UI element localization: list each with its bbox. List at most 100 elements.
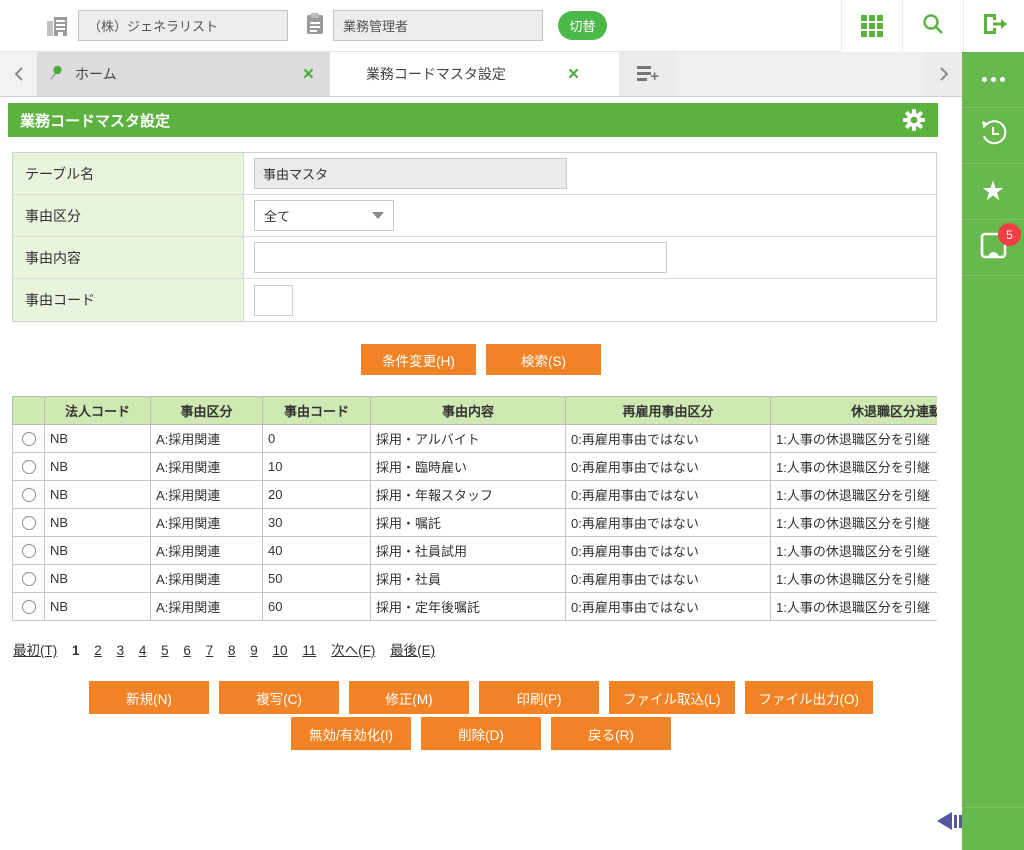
form-row-table-name: テーブル名 bbox=[13, 153, 936, 195]
results-table-container: 法人コード 事由区分 事由コード 事由内容 再雇用事由区分 休退職区分連動 NB… bbox=[12, 396, 937, 621]
tab-home-label: ホーム bbox=[75, 66, 117, 82]
table-row[interactable]: NB A:採用関連 50 採用・社員 0:再雇用事由ではない 1:人事の休退職区分を引… bbox=[12, 564, 937, 593]
page-link[interactable]: 3 bbox=[117, 643, 125, 658]
col-header-leave-link: 休退職区分連動 bbox=[770, 396, 937, 425]
page-first-link[interactable]: 最初(T) bbox=[13, 643, 57, 658]
row-radio[interactable] bbox=[21, 516, 36, 531]
chevron-down-icon bbox=[372, 212, 384, 219]
logout-icon bbox=[981, 12, 1007, 41]
delete-button[interactable]: 削除(D) bbox=[421, 717, 541, 750]
logout-button[interactable] bbox=[963, 0, 1024, 52]
table-row[interactable]: NB A:採用関連 40 採用・社員試用 0:再雇用事由ではない 1:人事の休退職区分… bbox=[12, 536, 937, 565]
grid-icon bbox=[861, 15, 883, 37]
collapse-panel-button[interactable] bbox=[937, 812, 962, 830]
table-row[interactable]: NB A:採用関連 20 採用・年報スタッフ 0:再雇用事由ではない 1:人事の休退職… bbox=[12, 480, 937, 509]
topbar: 切替 bbox=[0, 0, 1024, 52]
new-button[interactable]: 新規(N) bbox=[89, 681, 209, 714]
action-button-row-1: 新規(N) 複写(C) 修正(M) 印刷(P) ファイル取込(L) ファイル出力… bbox=[0, 681, 962, 714]
col-header-reason-category: 事由区分 bbox=[150, 396, 263, 425]
history-icon bbox=[978, 118, 1008, 153]
company-input[interactable] bbox=[78, 10, 288, 41]
col-header-corp-code: 法人コード bbox=[44, 396, 151, 425]
page-title: 業務コードマスタ設定 bbox=[20, 112, 171, 130]
file-export-button[interactable]: ファイル出力(O) bbox=[744, 681, 873, 714]
row-radio[interactable] bbox=[21, 572, 36, 587]
tabbar: ホーム × 業務コードマスタ設定 × + bbox=[0, 52, 962, 97]
tabs-scroll-right-button[interactable] bbox=[925, 52, 962, 96]
action-button-row-2: 無効/有効化(I) 削除(D) 戻る(R) bbox=[0, 717, 962, 750]
pagination: 最初(T) 1 2 3 4 5 6 7 8 9 10 11 次へ(F) 最後(E… bbox=[13, 639, 446, 659]
row-radio[interactable] bbox=[21, 460, 36, 475]
copy-button[interactable]: 複写(C) bbox=[219, 681, 339, 714]
row-radio[interactable] bbox=[21, 600, 36, 615]
ellipsis-icon bbox=[981, 77, 1005, 82]
reason-category-select[interactable]: 全て bbox=[254, 200, 394, 231]
page-last-link[interactable]: 最後(E) bbox=[390, 643, 435, 658]
col-header-reason-content: 事由内容 bbox=[370, 396, 566, 425]
search-execute-button[interactable]: 検索(S) bbox=[486, 344, 601, 375]
tab-home[interactable]: ホーム × bbox=[37, 52, 330, 96]
reason-content-label: 事由内容 bbox=[13, 237, 244, 278]
settings-gear-icon[interactable] bbox=[902, 108, 926, 132]
sidebar-more-button[interactable] bbox=[962, 52, 1024, 108]
page-link[interactable]: 11 bbox=[302, 643, 316, 658]
form-row-reason-category: 事由区分 全て bbox=[13, 195, 936, 237]
change-condition-button[interactable]: 条件変更(H) bbox=[361, 344, 476, 375]
main-content: 業務コードマスタ設定 テーブル名 事由区分 bbox=[0, 97, 962, 850]
toggle-enable-button[interactable]: 無効/有効化(I) bbox=[291, 717, 411, 750]
sidebar-history-button[interactable] bbox=[962, 108, 1024, 164]
tabs-scroll-left-button[interactable] bbox=[0, 52, 37, 96]
tab-gyomu-close-icon[interactable]: × bbox=[564, 65, 583, 84]
table-name-label: テーブル名 bbox=[13, 153, 244, 194]
form-row-reason-code: 事由コード bbox=[13, 279, 936, 321]
page-title-bar: 業務コードマスタ設定 bbox=[8, 103, 938, 137]
search-button[interactable] bbox=[902, 0, 963, 52]
pin-icon bbox=[49, 65, 63, 84]
search-icon bbox=[921, 12, 945, 41]
row-radio[interactable] bbox=[21, 488, 36, 503]
radio-column-header bbox=[12, 396, 45, 425]
apps-menu-button[interactable] bbox=[841, 0, 902, 52]
print-button[interactable]: 印刷(P) bbox=[479, 681, 599, 714]
notification-badge: 5 bbox=[998, 223, 1021, 246]
tab-gyomu-code-master[interactable]: 業務コードマスタ設定 × bbox=[330, 52, 619, 96]
page-link[interactable]: 4 bbox=[139, 643, 147, 658]
sidebar-inbox-button[interactable]: 5 bbox=[962, 220, 1024, 276]
file-import-button[interactable]: ファイル取込(L) bbox=[609, 681, 735, 714]
company-building-icon bbox=[46, 15, 69, 37]
reason-code-input[interactable] bbox=[254, 284, 293, 316]
page-link[interactable]: 7 bbox=[206, 643, 214, 658]
col-header-reason-code: 事由コード bbox=[262, 396, 371, 425]
reason-content-input[interactable] bbox=[254, 242, 667, 273]
star-icon: ★ bbox=[980, 176, 1006, 206]
page-link[interactable]: 6 bbox=[183, 643, 191, 658]
page-next-link[interactable]: 次へ(F) bbox=[331, 643, 375, 658]
table-row[interactable]: NB A:採用関連 60 採用・定年後嘱託 0:再雇用事由ではない 1:人事の休退職区… bbox=[12, 592, 937, 621]
arrow-left-icon bbox=[937, 812, 952, 830]
table-row[interactable]: NB A:採用関連 30 採用・嘱託 0:再雇用事由ではない 1:人事の休退職区分を引… bbox=[12, 508, 937, 537]
reason-code-label: 事由コード bbox=[13, 279, 244, 321]
add-tab-button[interactable]: + bbox=[619, 52, 677, 96]
edit-button[interactable]: 修正(M) bbox=[349, 681, 469, 714]
page-link[interactable]: 9 bbox=[250, 643, 258, 658]
table-row[interactable]: NB A:採用関連 10 採用・臨時雇い 0:再雇用事由ではない 1:人事の休退職区分… bbox=[12, 452, 937, 481]
sidebar-footer bbox=[962, 808, 1024, 850]
back-button[interactable]: 戻る(R) bbox=[551, 717, 671, 750]
role-input[interactable] bbox=[333, 10, 543, 41]
sidebar: ★ 5 bbox=[962, 52, 1024, 850]
page-link[interactable]: 10 bbox=[273, 643, 288, 658]
page-link[interactable]: 8 bbox=[228, 643, 236, 658]
page-current: 1 bbox=[72, 643, 80, 658]
reason-category-label: 事由区分 bbox=[13, 195, 244, 236]
sidebar-favorites-button[interactable]: ★ bbox=[962, 164, 1024, 220]
table-row[interactable]: NB A:採用関連 0 採用・アルバイト 0:再雇用事由ではない 1:人事の休退職区分… bbox=[12, 424, 937, 453]
switch-button[interactable]: 切替 bbox=[558, 11, 607, 40]
row-radio[interactable] bbox=[21, 544, 36, 559]
tabbar-spacer bbox=[677, 52, 925, 96]
page-link[interactable]: 5 bbox=[161, 643, 169, 658]
tab-home-close-icon[interactable]: × bbox=[299, 65, 318, 84]
row-radio[interactable] bbox=[21, 432, 36, 447]
form-row-reason-content: 事由内容 bbox=[13, 237, 936, 279]
col-header-rehire-category: 再雇用事由区分 bbox=[565, 396, 771, 425]
page-link[interactable]: 2 bbox=[94, 643, 102, 658]
